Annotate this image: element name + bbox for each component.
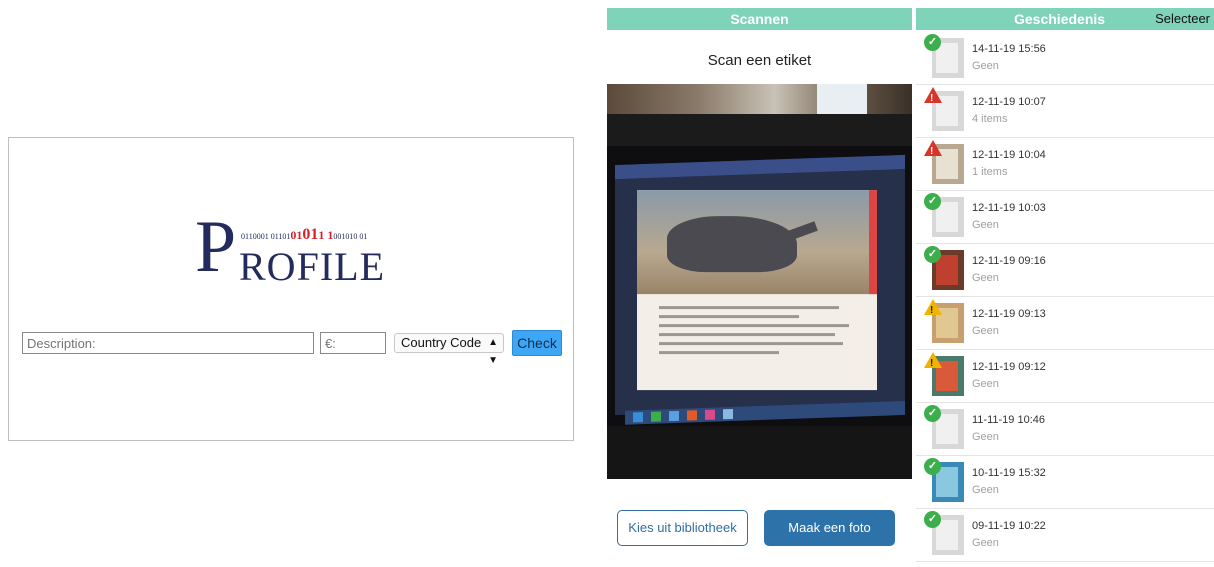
warning-icon: ! xyxy=(924,299,942,316)
select-button[interactable]: Selecteer xyxy=(1155,8,1210,30)
take-photo-button[interactable]: Maak een foto xyxy=(764,510,895,546)
document-line xyxy=(659,342,843,346)
history-row[interactable]: ✓ 12-11-19 10:03 Geen xyxy=(916,191,1214,244)
history-row[interactable]: ✓ 10-11-19 15:32 Geen xyxy=(916,456,1214,509)
profile-panel: P 0110001 0110101011 1001010 01 ROFILE C… xyxy=(8,137,574,441)
history-row[interactable]: ✓ 09-11-19 10:22 Geen xyxy=(916,509,1214,562)
document-line xyxy=(659,351,779,355)
screen-taskbar xyxy=(625,400,905,425)
history-row[interactable]: ✓ 14-11-19 15:56 Geen xyxy=(916,32,1214,85)
country-code-select[interactable]: Country Code ▲ ▼ xyxy=(394,333,504,366)
country-code-label: Country Code xyxy=(401,335,482,350)
row-items: Geen xyxy=(972,431,999,443)
history-row[interactable]: ! 12-11-19 10:04 1 items xyxy=(916,138,1214,191)
document-text-lines xyxy=(659,306,859,360)
check-icon: ✓ xyxy=(924,193,941,210)
taskbar-icon xyxy=(705,409,715,420)
row-items: Geen xyxy=(972,60,999,72)
logo-binary-part: 001010 01 xyxy=(333,232,368,241)
scan-header: Scannen xyxy=(607,8,912,30)
taskbar-icon xyxy=(687,410,697,421)
exclamation-icon: ! xyxy=(930,146,934,157)
check-form: Country Code ▲▼ Check xyxy=(22,330,567,366)
logo-binary-part: 0110001 01101 xyxy=(241,232,291,241)
check-icon: ✓ xyxy=(924,34,941,51)
error-icon: ! xyxy=(924,87,942,104)
taskbar-icon xyxy=(651,411,661,422)
document-red-bar xyxy=(869,190,877,295)
row-items: Geen xyxy=(972,537,999,549)
row-items: 4 items xyxy=(972,113,1008,125)
row-items: Geen xyxy=(972,272,999,284)
taskbar-icon xyxy=(633,412,643,423)
history-title: Geschiedenis xyxy=(1014,11,1106,27)
logo-binary-highlight-large: 01 xyxy=(302,226,319,243)
history-row[interactable]: ✓ 12-11-19 09:16 Geen xyxy=(916,244,1214,297)
row-date: 12-11-19 10:03 xyxy=(972,202,1046,214)
row-date: 12-11-19 09:16 xyxy=(972,255,1046,267)
row-items: Geen xyxy=(972,325,999,337)
row-items: Geen xyxy=(972,484,999,496)
row-date: 12-11-19 10:04 xyxy=(972,149,1046,161)
rhino-shape xyxy=(667,216,797,273)
row-date: 12-11-19 10:07 xyxy=(972,96,1046,108)
scan-title: Scan een etiket xyxy=(707,52,812,69)
exclamation-icon: ! xyxy=(930,358,934,369)
history-header: Geschiedenis Selecteer xyxy=(916,8,1214,30)
row-date: 12-11-19 09:13 xyxy=(972,308,1046,320)
document-line xyxy=(659,306,839,310)
row-date: 12-11-19 09:12 xyxy=(972,361,1046,373)
camera-preview[interactable] xyxy=(607,84,912,479)
screen-topbar xyxy=(615,154,905,180)
row-items: 1 items xyxy=(972,166,1008,178)
warning-icon: ! xyxy=(924,352,942,369)
rhino-horn-shape xyxy=(786,221,818,241)
logo-letter: P xyxy=(195,206,237,288)
document-line xyxy=(659,324,849,328)
error-icon: ! xyxy=(924,140,942,157)
scan-panel: Scannen Scan een etiket Kies uit bibliot… xyxy=(607,8,912,567)
rhino-photo xyxy=(637,190,877,295)
row-date: 09-11-19 10:22 xyxy=(972,520,1046,532)
check-icon: ✓ xyxy=(924,405,941,422)
logo-text: ROFILE xyxy=(239,244,385,289)
camera-desk xyxy=(607,426,912,479)
row-date: 11-11-19 10:46 xyxy=(972,414,1045,426)
check-icon: ✓ xyxy=(924,458,941,475)
check-button[interactable]: Check xyxy=(512,330,562,356)
camera-window-light xyxy=(817,84,867,114)
logo-binary-highlight: 01 xyxy=(290,228,303,242)
history-row[interactable]: ! 12-11-19 09:13 Geen xyxy=(916,297,1214,350)
row-items: Geen xyxy=(972,378,999,390)
description-input[interactable] xyxy=(22,332,314,354)
profile-logo: P 0110001 0110101011 1001010 01 ROFILE xyxy=(195,210,405,300)
taskbar-icon xyxy=(669,410,679,422)
monitor-image xyxy=(607,146,912,426)
price-input[interactable] xyxy=(320,332,386,354)
taskbar-icon xyxy=(723,408,733,420)
monitor-screen xyxy=(615,154,905,425)
history-row[interactable]: ! 12-11-19 09:12 Geen xyxy=(916,350,1214,403)
exclamation-icon: ! xyxy=(930,93,934,104)
row-date: 14-11-19 15:56 xyxy=(972,43,1046,55)
logo-binary-highlight: 1 1 xyxy=(318,228,334,242)
select-arrows-icon: ▲ ▼ xyxy=(488,337,498,366)
row-date: 10-11-19 15:32 xyxy=(972,467,1046,479)
document-image xyxy=(637,190,877,391)
check-icon: ✓ xyxy=(924,511,941,528)
check-icon: ✓ xyxy=(924,246,941,263)
history-panel: Geschiedenis Selecteer ✓ 14-11-19 15:56 … xyxy=(916,8,1214,567)
history-row[interactable]: ! 12-11-19 10:07 4 items xyxy=(916,85,1214,138)
history-list: ✓ 14-11-19 15:56 Geen ! 12-11-19 10:07 4… xyxy=(916,32,1214,562)
document-line xyxy=(659,315,799,319)
row-items: Geen xyxy=(972,219,999,231)
logo-binary: 0110001 0110101011 1001010 01 xyxy=(241,226,367,244)
document-line xyxy=(659,333,835,337)
exclamation-icon: ! xyxy=(930,305,934,316)
choose-from-library-button[interactable]: Kies uit bibliotheek xyxy=(617,510,748,546)
history-row[interactable]: ✓ 11-11-19 10:46 Geen xyxy=(916,403,1214,456)
